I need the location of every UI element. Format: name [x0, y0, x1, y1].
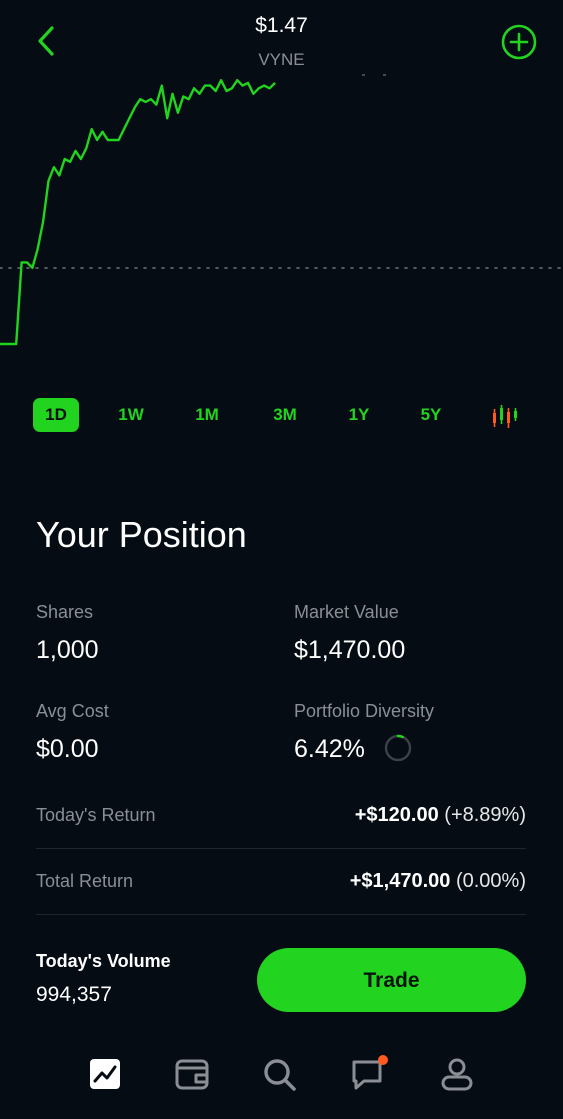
plus-circle-icon[interactable]: [499, 22, 539, 62]
range-3m[interactable]: 3M: [264, 398, 306, 432]
candlestick-chart-icon[interactable]: [490, 404, 520, 430]
range-1w[interactable]: 1W: [110, 398, 152, 432]
range-1y[interactable]: 1Y: [338, 398, 380, 432]
divider: [36, 848, 526, 849]
chart-icon[interactable]: [85, 1054, 125, 1094]
price-line: [0, 78, 276, 346]
todays-volume-label: Today's Volume: [36, 951, 171, 971]
todays-return: +$120.00 (+8.89%): [355, 804, 526, 827]
position-title: Your Position: [36, 514, 247, 555]
divider: [36, 914, 526, 915]
notification-badge: [378, 1055, 388, 1065]
header-price: $1.47: [255, 14, 308, 37]
portfolio-diversity-label: Portfolio Diversity: [294, 701, 435, 721]
todays-return-pct: (+8.89%): [444, 804, 526, 826]
total-return-label: Total Return: [36, 871, 134, 891]
market-value-label: Market Value: [294, 602, 399, 622]
wallet-icon[interactable]: [172, 1054, 212, 1094]
search-icon[interactable]: [259, 1054, 299, 1094]
header-ticker: VYNE: [258, 50, 305, 69]
chat-icon[interactable]: [348, 1054, 388, 1094]
range-5y[interactable]: 5Y: [410, 398, 452, 432]
shares-value: 1,000: [36, 636, 99, 664]
total-return: +$1,470.00 (0.00%): [350, 870, 526, 893]
avg-cost-value: $0.00: [36, 735, 99, 763]
todays-return-label: Today's Return: [36, 805, 156, 825]
todays-return-value: +$120.00: [354, 804, 439, 826]
shares-label: Shares: [36, 602, 94, 622]
bottom-tab-bar: [0, 1040, 563, 1119]
total-return-pct: (0.00%): [455, 870, 526, 892]
time-range-selector: 1D 1W 1M 3M 1Y 5Y: [0, 398, 563, 434]
avg-cost-label: Avg Cost: [36, 701, 109, 721]
todays-volume-value: 994,357: [36, 983, 112, 1006]
portfolio-diversity-value: 6.42%: [294, 735, 365, 763]
range-1m[interactable]: 1M: [186, 398, 228, 432]
account-icon[interactable]: [437, 1054, 477, 1094]
market-value: $1,470.00: [294, 636, 406, 664]
trade-button[interactable]: Trade: [257, 948, 526, 1012]
range-1d[interactable]: 1D: [33, 398, 79, 432]
total-return-value: +$1,470.00: [349, 870, 451, 892]
diversity-ring-icon: [384, 734, 412, 762]
